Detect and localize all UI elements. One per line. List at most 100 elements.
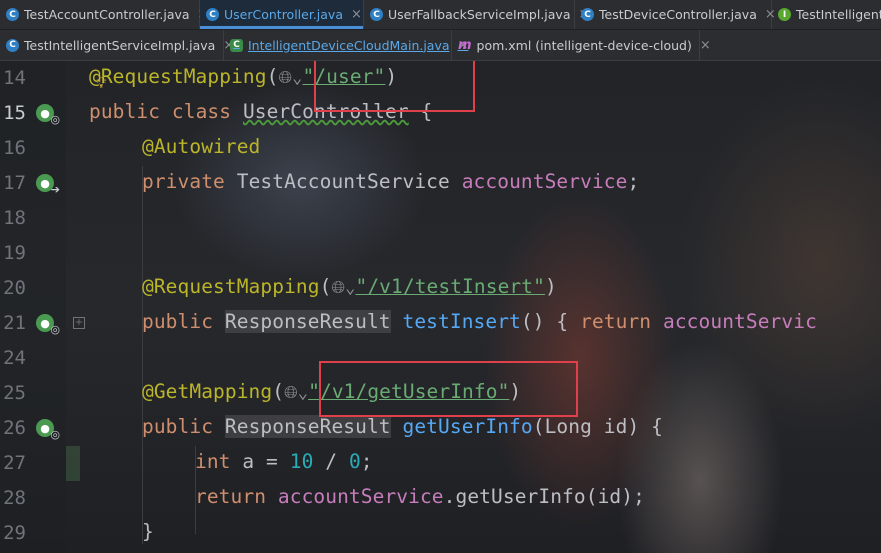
semicolon: ; bbox=[627, 170, 640, 193]
lightbulb-icon[interactable]: 💡︎ bbox=[96, 74, 107, 92]
string-literal: "/v1/testInsert" bbox=[355, 275, 545, 298]
tab-user-controller[interactable]: C UserController.java × bbox=[200, 0, 364, 29]
type-name: ResponseResult bbox=[224, 310, 391, 333]
line-number: 18 bbox=[3, 207, 26, 229]
keyword: class bbox=[171, 100, 232, 123]
paren: ) bbox=[544, 275, 557, 298]
method-call: .getUserInfo(id); bbox=[443, 485, 645, 508]
tab-user-fallback-service-impl[interactable]: C UserFallbackServiceImpl.java × bbox=[364, 0, 589, 29]
highlight-box-get-user-info bbox=[319, 361, 578, 417]
field-name: accountService bbox=[461, 170, 628, 193]
highlight-box-user bbox=[314, 61, 475, 112]
type-name: TestAccountService bbox=[236, 170, 450, 193]
endpoint-icon[interactable]: ● ◎ bbox=[36, 314, 60, 336]
line-number: 25 bbox=[3, 382, 26, 404]
class-icon: C bbox=[370, 8, 383, 21]
search-icon: ◎ bbox=[50, 428, 60, 441]
number-literal: 0 bbox=[348, 450, 361, 473]
brace: } bbox=[142, 520, 154, 543]
keyword: public bbox=[142, 310, 214, 333]
endpoint-icon[interactable]: ● ◎ bbox=[36, 419, 60, 441]
code-text: @Autowired bbox=[142, 135, 260, 158]
paren: ( bbox=[319, 275, 332, 298]
operator: / bbox=[313, 450, 349, 473]
annotation: @Autowired bbox=[142, 135, 261, 158]
annotation: @GetMapping bbox=[142, 380, 273, 403]
line-number: 15 bbox=[3, 102, 26, 124]
keyword: public bbox=[89, 100, 161, 123]
line-number: 29 bbox=[3, 522, 26, 544]
tab-pom-xml[interactable]: m pom.xml (intelligent-device-cloud) × bbox=[452, 30, 711, 60]
tab-label: pom.xml (intelligent-device-cloud) bbox=[476, 37, 692, 53]
line-number: 24 bbox=[3, 347, 26, 369]
arrow-right-icon: ➔ bbox=[50, 183, 60, 196]
keyword: public bbox=[142, 415, 214, 438]
globe-icon[interactable]: 🌐︎ bbox=[278, 68, 292, 88]
editor-tab-bar-row-2: C TestIntelligentServiceImpl.java × C In… bbox=[0, 30, 881, 61]
spring-class-icon: C bbox=[230, 38, 243, 52]
globe-icon[interactable]: 🌐︎ bbox=[331, 278, 345, 298]
interface-icon: I bbox=[778, 8, 791, 21]
class-icon: C bbox=[6, 38, 19, 52]
chevron-down-icon[interactable]: ⌄ bbox=[345, 278, 355, 298]
line-number: 14 bbox=[3, 67, 26, 89]
chevron-down-icon[interactable]: ⌄ bbox=[298, 383, 308, 403]
tab-test-intelligent-service-impl[interactable]: C TestIntelligentServiceImpl.java × bbox=[0, 30, 234, 60]
search-icon: ◎ bbox=[50, 323, 60, 336]
autowired-bean-icon[interactable]: ● ➔ bbox=[36, 174, 60, 196]
globe-icon[interactable]: 🌐︎ bbox=[284, 383, 298, 403]
fold-expand-icon[interactable]: + bbox=[73, 317, 85, 329]
line-number: 21 bbox=[3, 312, 26, 334]
tab-test-device-controller[interactable]: C TestDeviceController.java × bbox=[575, 0, 776, 29]
class-icon: C bbox=[206, 8, 219, 21]
line-number: 19 bbox=[3, 242, 26, 264]
keyword: return bbox=[195, 485, 267, 508]
tab-label: IntelligentDeviceCloudMain.java bbox=[248, 37, 450, 53]
tab-label: UserController.java bbox=[224, 7, 343, 22]
line-number: 28 bbox=[3, 487, 26, 509]
code-line: 18 bbox=[0, 201, 881, 236]
type-name: ResponseResult bbox=[224, 415, 391, 438]
code-text: return accountService.getUserInfo(id); bbox=[195, 485, 645, 508]
annotation: @RequestMapping bbox=[89, 65, 267, 88]
code-line: 19 bbox=[0, 236, 881, 271]
line-number: 16 bbox=[3, 137, 26, 159]
tab-label: TestIntelligent bbox=[796, 7, 881, 22]
close-icon[interactable]: × bbox=[351, 7, 362, 22]
tab-test-intelligent[interactable]: I TestIntelligent bbox=[772, 0, 881, 29]
tab-intelligent-device-cloud-main[interactable]: C IntelligentDeviceCloudMain.java × bbox=[224, 30, 468, 60]
close-icon[interactable]: × bbox=[700, 38, 711, 53]
code-line: 16 @Autowired bbox=[0, 131, 881, 166]
code-line: 17 ● ➔ private TestAccountService account… bbox=[0, 166, 881, 201]
code-punct: () { bbox=[520, 310, 581, 333]
class-icon: C bbox=[581, 8, 594, 21]
line-number: 26 bbox=[3, 417, 26, 439]
code-text: public ResponseResult getUserInfo(Long i… bbox=[142, 415, 663, 438]
line-number: 27 bbox=[3, 452, 26, 474]
tab-test-account-controller[interactable]: C TestAccountController.java × bbox=[0, 0, 209, 29]
variable: a = bbox=[230, 450, 290, 473]
code-editor[interactable]: 14 @RequestMapping(🌐︎⌄"/user") 💡︎ 15 ● ◎ … bbox=[0, 61, 881, 553]
code-line: 21 ● ◎ + public ResponseResult testInsert… bbox=[0, 306, 881, 341]
paren: ( bbox=[266, 65, 279, 88]
class-icon: C bbox=[6, 8, 19, 21]
spring-bean-icon[interactable]: ● ◎ bbox=[36, 104, 60, 126]
line-number: 20 bbox=[3, 277, 26, 299]
code-line: 27 int a = 10 / 0; bbox=[0, 446, 881, 481]
field-name: accountServic bbox=[663, 310, 817, 333]
tab-label: TestAccountController.java bbox=[24, 7, 190, 22]
ide-window: C TestAccountController.java × C UserCon… bbox=[0, 0, 881, 553]
code-text: private TestAccountService accountServic… bbox=[142, 170, 639, 193]
line-number: 17 bbox=[3, 172, 26, 194]
code-text: } bbox=[142, 520, 154, 543]
chevron-down-icon[interactable]: ⌄ bbox=[292, 68, 302, 88]
method-name: testInsert bbox=[402, 310, 521, 333]
search-icon: ◎ bbox=[50, 113, 60, 126]
semicolon: ; bbox=[360, 450, 373, 473]
code-text: int a = 10 / 0; bbox=[195, 450, 373, 473]
field-name: accountService bbox=[277, 485, 444, 508]
code-line: 20 @RequestMapping(🌐︎⌄"/v1/testInsert") bbox=[0, 271, 881, 306]
annotation: @RequestMapping bbox=[142, 275, 320, 298]
tab-label: UserFallbackServiceImpl.java bbox=[388, 7, 571, 22]
method-name: getUserInfo bbox=[402, 415, 533, 438]
